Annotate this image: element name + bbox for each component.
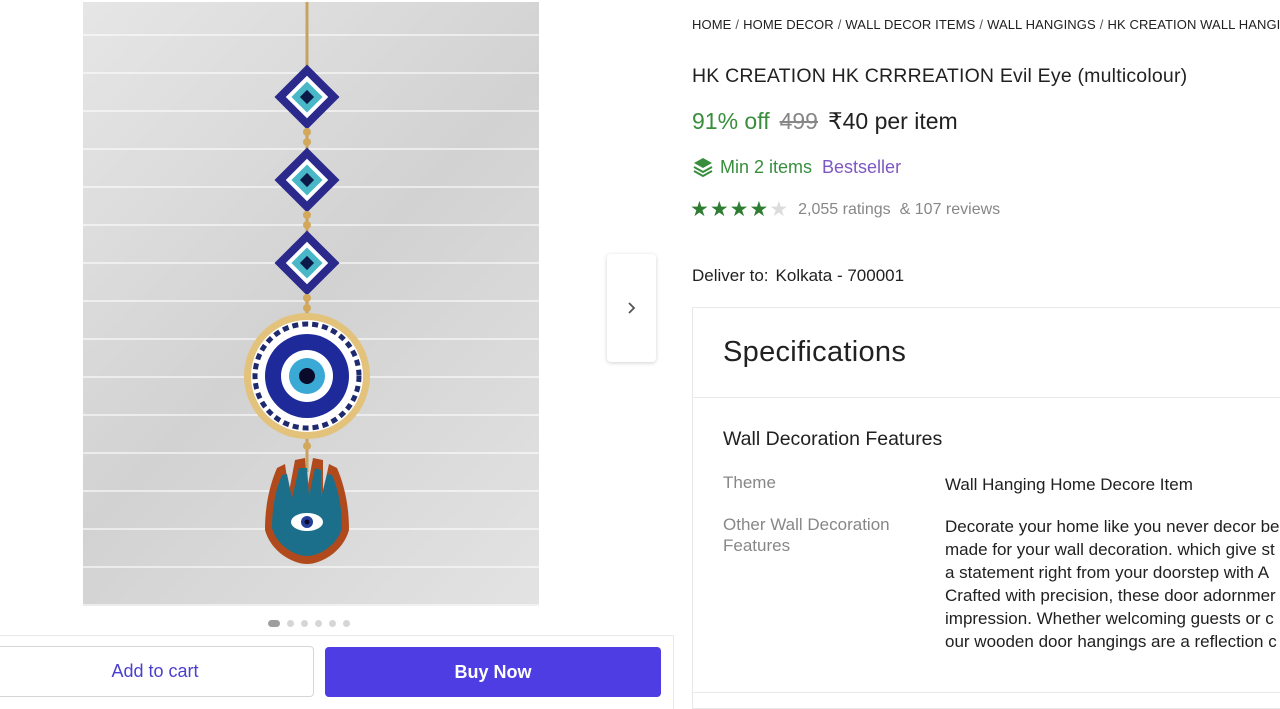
breadcrumb-home[interactable]: HOME [692,17,731,32]
selling-price: ₹40 per item [827,108,958,134]
specifications-heading: Specifications [723,336,907,368]
spec-value-other-features-line-2: made for your wall decoration. which giv… [945,540,1275,559]
spec-value-other-features-line-3: a statement right from your doorstep wit… [945,563,1270,582]
spec-value-other-features-line-5: impression. Whether welcoming guests or … [945,609,1274,628]
price-row: 91% off 499 ₹40 per item [692,108,958,135]
mrp-price: 499 [779,108,818,134]
spec-section-title: Wall Decoration Features [723,428,943,450]
star-empty-icon: ★ [769,198,789,221]
rating-row: ★ ★ ★ ★ ★ 2,055 ratings & 107 reviews [690,199,1000,220]
carousel-dot[interactable] [315,620,322,627]
star-filled-icon: ★ [729,198,749,221]
product-title: HK CREATION HK CRRREATION Evil Eye (mult… [692,65,1188,87]
carousel-dot[interactable] [343,620,350,627]
hamsa-hand [265,458,349,564]
breadcrumb-home-decor[interactable]: HOME DECOR [743,17,834,32]
spec-label-other-features: Other Wall Decoration Features [723,515,890,555]
carousel-dot[interactable] [329,620,336,627]
bestseller-badge: Bestseller [822,156,902,177]
spec-divider [693,692,1280,693]
evil-eye-diamond-3 [274,230,340,296]
specifications-panel: Specifications Wall Decoration Features … [692,307,1280,709]
deliver-to-label: Deliver to: [692,266,769,285]
layers-icon [693,158,713,178]
chevron-right-icon [627,302,635,314]
evil-eye-medallion [244,313,370,439]
carousel-dot[interactable] [287,620,294,627]
add-to-cart-button[interactable]: Add to cart [0,646,314,697]
spec-value-other-features-line-4: Crafted with precision, these door adorn… [945,586,1276,605]
evil-eye-diamond-2 [274,147,340,213]
breadcrumb-wall-decor-items[interactable]: WALL DECOR ITEMS [845,17,975,32]
delivery-location[interactable]: Deliver to: Kolkata - 700001 [692,266,904,286]
product-image[interactable] [83,2,539,606]
spec-value-theme: Wall Hanging Home Decore Item [945,475,1193,494]
image-carousel-dots [268,620,350,627]
delivery-city: Kolkata - 700001 [775,266,905,285]
breadcrumb-separator: / [979,17,984,32]
star-rating: ★ ★ ★ ★ ★ [690,199,788,220]
spec-value-other-features-line-6: our wooden door hangings are a reflectio… [945,632,1277,651]
discount-percent: 91% off [692,108,770,134]
breadcrumb: HOME / HOME DECOR / WALL DECOR ITEMS / WALL HA… [692,17,1280,32]
star-filled-icon: ★ [749,198,769,221]
buy-now-button[interactable]: Buy Now [325,647,661,697]
breadcrumb-separator: / [1099,17,1104,32]
breadcrumb-hk-creation-wall-hangings[interactable]: HK CREATION WALL HANGINGS [1107,17,1280,32]
min-order-row: Min 2 items Bestseller [692,156,901,178]
evil-eye-diamond-1 [274,64,340,130]
spec-value-other-features-line-1: Decorate your home like you never decor … [945,517,1280,536]
next-image-button[interactable] [607,254,656,362]
min-items-label: Min 2 items [720,156,813,177]
carousel-dot[interactable] [301,620,308,627]
breadcrumb-separator: / [837,17,842,32]
reviews-count[interactable]: & 107 reviews [900,201,1001,219]
carousel-dot-active[interactable] [268,620,280,627]
spec-label-theme: Theme [723,473,776,492]
star-filled-icon: ★ [709,198,729,221]
ratings-count[interactable]: 2,055 ratings [798,201,891,219]
breadcrumb-wall-hangings[interactable]: WALL HANGINGS [987,17,1096,32]
breadcrumb-separator: / [735,17,740,32]
evil-eye-wall-hanging-illustration [244,2,370,564]
specifications-header: Specifications [693,308,1280,398]
star-filled-icon: ★ [690,198,709,221]
